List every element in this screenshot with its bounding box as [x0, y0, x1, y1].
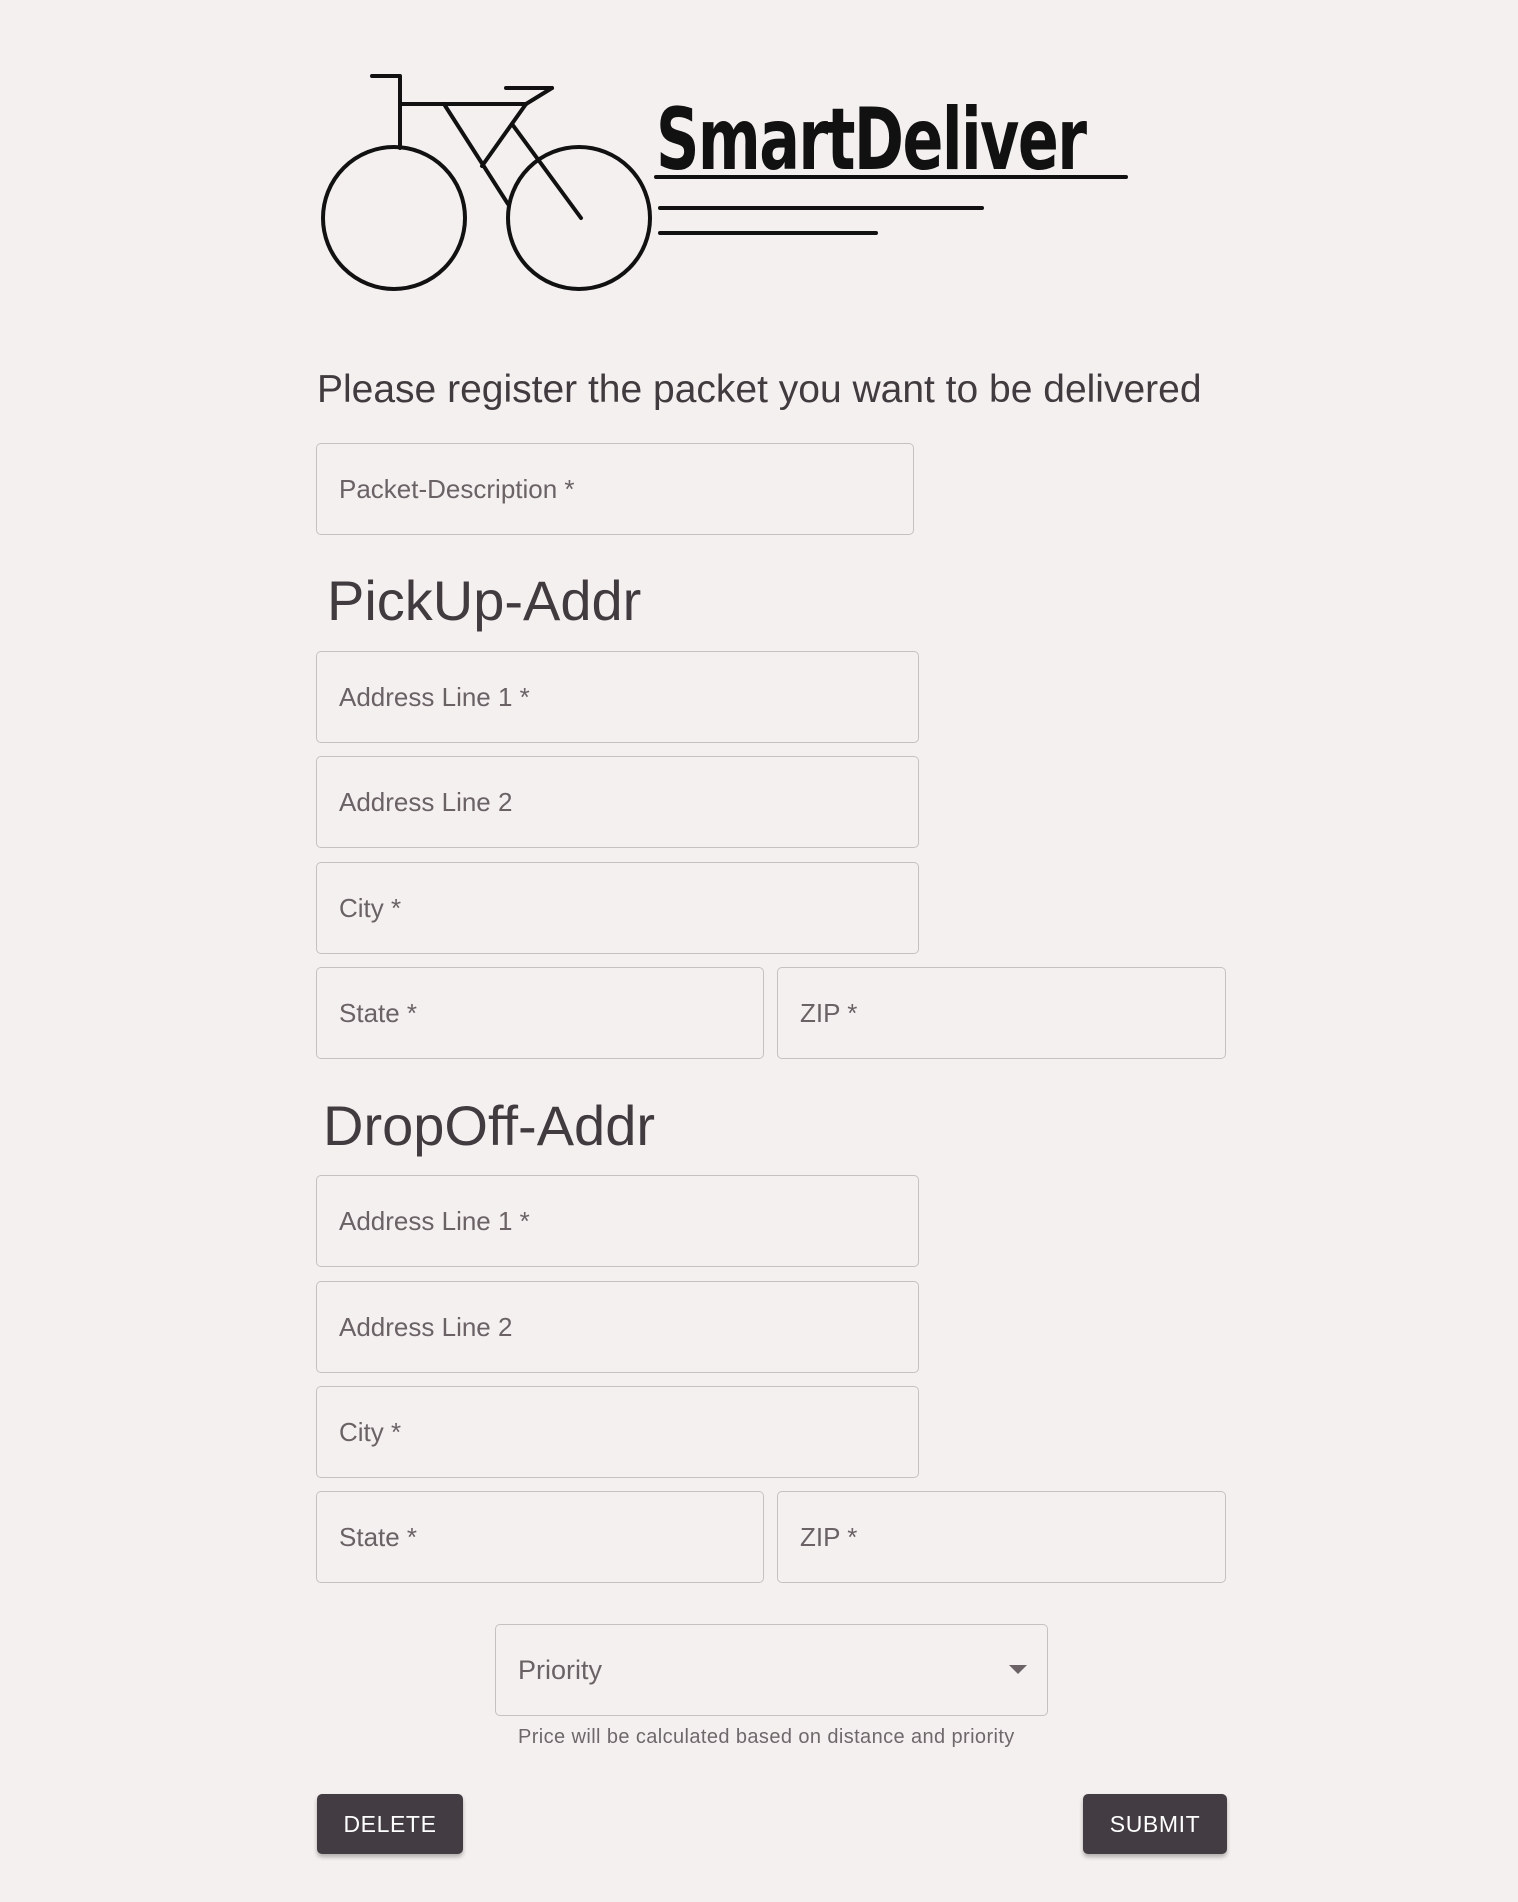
pickup-zip-label: ZIP * [800, 997, 858, 1028]
dropoff-state-label: State * [339, 1521, 418, 1552]
packet-description-label: Packet-Description * [339, 473, 575, 504]
dropoff-address-line2-field[interactable]: Address Line 2 [316, 1281, 919, 1373]
dropoff-city-label: City * [339, 1416, 402, 1447]
dropoff-zip-field[interactable]: ZIP * [777, 1491, 1226, 1583]
dropoff-zip-label: ZIP * [800, 1521, 858, 1552]
priority-helper-text: Price will be calculated based on distan… [518, 1726, 1015, 1748]
dropoff-address-line1-label: Address Line 1 * [339, 1205, 530, 1236]
dropoff-address-line2-label: Address Line 2 [339, 1311, 513, 1342]
submit-button[interactable]: SUBMIT [1083, 1794, 1227, 1854]
priority-label: Priority [518, 1654, 603, 1685]
pickup-address-line2-label: Address Line 2 [339, 786, 513, 817]
dropoff-heading: DropOff-Addr [323, 1094, 655, 1157]
dropoff-city-field[interactable]: City * [316, 1386, 919, 1478]
priority-select[interactable]: Priority [495, 1624, 1048, 1716]
dropoff-state-field[interactable]: State * [316, 1491, 764, 1583]
pickup-address-line2-field[interactable]: Address Line 2 [316, 756, 919, 848]
pickup-state-label: State * [339, 997, 418, 1028]
dropoff-address-line1-field[interactable]: Address Line 1 * [316, 1175, 919, 1267]
form-title: Please register the packet you want to b… [317, 368, 1202, 411]
pickup-address-line1-label: Address Line 1 * [339, 681, 530, 712]
chevron-down-icon [1009, 1665, 1027, 1674]
pickup-zip-field[interactable]: ZIP * [777, 967, 1226, 1059]
pickup-address-line1-field[interactable]: Address Line 1 * [316, 651, 919, 743]
delete-button[interactable]: DELETE [317, 1794, 463, 1854]
pickup-heading: PickUp-Addr [327, 569, 642, 632]
pickup-city-field[interactable]: City * [316, 862, 919, 954]
pickup-state-field[interactable]: State * [316, 967, 764, 1059]
logo-text: SmartDeliver [656, 90, 1087, 190]
packet-description-field[interactable]: Packet-Description * [316, 443, 914, 535]
pickup-city-label: City * [339, 892, 402, 923]
